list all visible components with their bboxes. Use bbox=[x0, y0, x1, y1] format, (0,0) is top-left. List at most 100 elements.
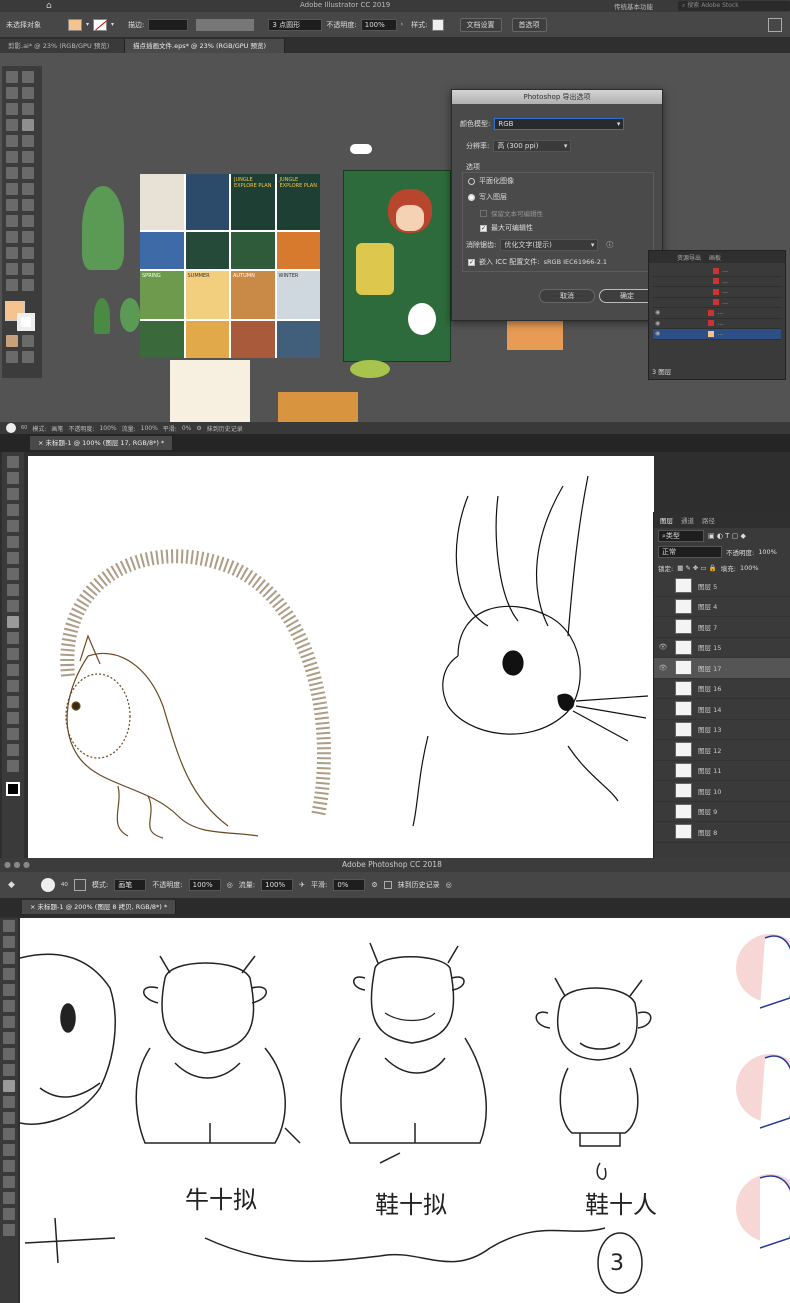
lasso-tool-icon[interactable] bbox=[7, 488, 19, 500]
ps2-document-tab[interactable]: × 未标题-1 @ 200% (图层 8 拷贝, RGB/8*) * bbox=[22, 900, 177, 914]
quick-select-tool-icon[interactable] bbox=[3, 968, 15, 980]
layer-row[interactable]: 图层 10 bbox=[654, 781, 790, 802]
ps1-canvas[interactable] bbox=[28, 456, 654, 858]
healing-tool-icon[interactable] bbox=[3, 1016, 15, 1028]
zoom-tool-icon[interactable] bbox=[3, 1224, 15, 1236]
color-model-select[interactable]: RGB ▾ bbox=[494, 118, 625, 130]
type-tool-icon[interactable] bbox=[7, 696, 19, 708]
gear-icon[interactable]: ⚙ bbox=[371, 881, 377, 889]
paths-tab[interactable]: 路径 bbox=[702, 515, 715, 525]
direct-selection-tool-icon[interactable] bbox=[22, 71, 34, 83]
brush-preset-icon[interactable] bbox=[6, 423, 16, 433]
layer-row[interactable]: ◉… bbox=[653, 308, 781, 319]
resolution-select[interactable]: 高 (300 ppi) ▾ bbox=[493, 140, 572, 152]
workspace-switcher[interactable]: 传统基本功能 bbox=[614, 1, 653, 11]
eye-icon[interactable]: 👁 bbox=[657, 664, 669, 672]
zoom-tool-icon[interactable] bbox=[7, 760, 19, 772]
layer-row[interactable]: 图层 11 bbox=[654, 761, 790, 781]
erase-history-label[interactable]: 抹到历史记录 bbox=[207, 424, 243, 433]
ps2-canvas[interactable]: 牛十拟 鞋十拟 鞋十人 3 bbox=[19, 918, 790, 1303]
layer-row[interactable]: 图层 16 bbox=[654, 679, 790, 699]
hand-tool-icon[interactable] bbox=[7, 744, 19, 756]
layer-row[interactable]: 👁 图层 15 bbox=[654, 638, 790, 658]
brush-definition[interactable]: 3 点圆形 bbox=[268, 18, 323, 31]
crop-tool-icon[interactable] bbox=[7, 520, 19, 532]
shape-tool-icon[interactable] bbox=[3, 1192, 15, 1204]
opacity-value[interactable]: 100% bbox=[99, 425, 116, 432]
layer-row[interactable]: 图层 8 bbox=[654, 822, 790, 843]
document-setup-button[interactable]: 文档设置 bbox=[459, 17, 502, 32]
write-layers-radio[interactable] bbox=[468, 193, 475, 201]
hand-tool-icon[interactable] bbox=[6, 279, 18, 291]
max-edit-checkbox[interactable]: ✓ bbox=[480, 224, 487, 232]
screen-mode-icon[interactable] bbox=[22, 351, 34, 363]
filter-icons[interactable]: ▣ ◐ T ▢ ◆ bbox=[708, 532, 746, 540]
doc-tab-2[interactable]: 描点插画文件.eps* @ 23% (RGB/GPU 预览) bbox=[125, 38, 285, 53]
mesh-tool-icon[interactable] bbox=[6, 215, 18, 227]
fill-swatch[interactable] bbox=[68, 18, 82, 31]
magic-wand-tool-icon[interactable] bbox=[6, 87, 18, 99]
marquee-tool-icon[interactable] bbox=[7, 472, 19, 484]
layer-row[interactable]: 图层 9 bbox=[654, 802, 790, 822]
fill-dropdown-icon[interactable]: ▾ bbox=[86, 21, 89, 28]
dodge-tool-icon[interactable] bbox=[3, 1128, 15, 1140]
layer-row[interactable]: 图层 14 bbox=[654, 699, 790, 720]
artboard-tool-icon[interactable] bbox=[6, 263, 18, 275]
layer-opacity-value[interactable]: 100% bbox=[758, 548, 777, 556]
erase-history-checkbox[interactable] bbox=[383, 881, 392, 889]
brush-preset-icon[interactable] bbox=[40, 878, 55, 892]
artboards-tab[interactable]: 画板 bbox=[709, 253, 721, 262]
layer-row[interactable]: ◉… bbox=[653, 329, 781, 340]
eyedropper-tool-icon[interactable] bbox=[7, 536, 19, 548]
eye-icon[interactable]: ◉ bbox=[655, 309, 660, 316]
perspective-tool-icon[interactable] bbox=[22, 199, 34, 211]
eraser-tool-icon[interactable] bbox=[7, 616, 19, 628]
line-tool-icon[interactable] bbox=[6, 119, 18, 131]
embed-icc-checkbox[interactable]: ✓ bbox=[468, 258, 475, 266]
symbol-sprayer-tool-icon[interactable] bbox=[6, 247, 18, 259]
asset-export-tab[interactable]: 资源导出 bbox=[677, 253, 701, 262]
channels-tab[interactable]: 通道 bbox=[681, 515, 694, 525]
blend-tool-icon[interactable] bbox=[22, 231, 34, 243]
stamp-tool-icon[interactable] bbox=[3, 1048, 15, 1060]
pen-tool-icon[interactable] bbox=[6, 103, 18, 115]
doc-tab-1[interactable]: 剪影.ai* @ 23% (RGB/GPU 预览) bbox=[0, 38, 125, 53]
stroke-weight-field[interactable] bbox=[148, 18, 189, 31]
scale-tool-icon[interactable] bbox=[22, 167, 34, 179]
smooth-value[interactable]: 0% bbox=[182, 425, 192, 432]
path-select-tool-icon[interactable] bbox=[7, 712, 19, 724]
history-brush-tool-icon[interactable] bbox=[7, 600, 19, 612]
layer-row[interactable]: ◉… bbox=[653, 319, 781, 329]
gradient-tool-icon[interactable] bbox=[22, 215, 34, 227]
layer-row[interactable]: … bbox=[653, 277, 781, 287]
flat-image-radio[interactable] bbox=[468, 177, 475, 185]
layer-row[interactable]: 图层 4 bbox=[654, 597, 790, 617]
layer-kind-filter[interactable]: ⌕类型 bbox=[658, 530, 704, 542]
ps2-opacity-field[interactable]: 100% bbox=[188, 879, 221, 891]
slice-tool-icon[interactable] bbox=[22, 263, 34, 275]
eyedropper-tool-icon[interactable] bbox=[3, 1000, 15, 1012]
path-select-tool-icon[interactable] bbox=[3, 1176, 15, 1188]
home-icon[interactable]: ⌂ bbox=[46, 1, 52, 11]
layer-row[interactable]: … bbox=[653, 287, 781, 298]
keep-text-checkbox[interactable] bbox=[480, 209, 487, 217]
eraser-tool-icon[interactable] bbox=[3, 1080, 15, 1092]
style-swatch[interactable] bbox=[431, 18, 444, 31]
history-brush-tool-icon[interactable] bbox=[3, 1064, 15, 1076]
layers-tab[interactable]: 图层 bbox=[660, 515, 673, 525]
layer-row[interactable]: 👁 图层 17 bbox=[654, 658, 790, 679]
crop-tool-icon[interactable] bbox=[3, 984, 15, 996]
color-swatches[interactable] bbox=[6, 782, 20, 796]
stock-search-field[interactable]: ⌕ 搜索 Adobe Stock bbox=[678, 1, 790, 11]
healing-tool-icon[interactable] bbox=[7, 552, 19, 564]
pressure-size-icon[interactable]: ◎ bbox=[446, 881, 452, 889]
pen-tool-icon[interactable] bbox=[7, 680, 19, 692]
stamp-tool-icon[interactable] bbox=[7, 584, 19, 596]
dialog-cancel-button[interactable]: 取消 bbox=[539, 289, 595, 303]
quick-select-tool-icon[interactable] bbox=[7, 504, 19, 516]
layer-row[interactable]: 图层 5 bbox=[654, 576, 790, 597]
window-controls[interactable]: ● ● ● bbox=[4, 860, 30, 869]
marquee-tool-icon[interactable] bbox=[3, 936, 15, 948]
hand-tool-icon[interactable] bbox=[3, 1208, 15, 1220]
dodge-tool-icon[interactable] bbox=[7, 664, 19, 676]
